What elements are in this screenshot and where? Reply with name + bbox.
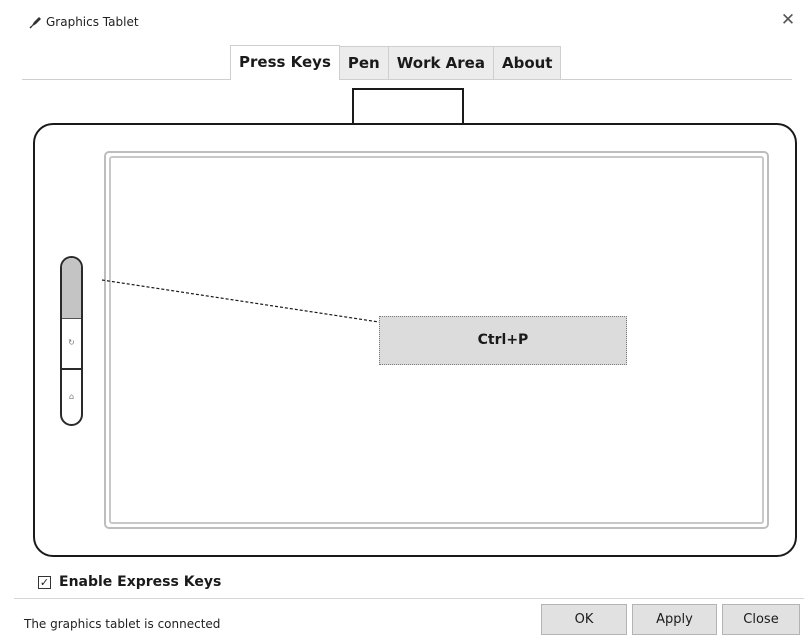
title-bar: Graphics Tablet ✕ bbox=[0, 0, 811, 44]
express-key-middle[interactable]: ↻ bbox=[62, 318, 81, 370]
express-keys-strip: ↻ ⌂ bbox=[60, 256, 83, 426]
close-button[interactable]: Close bbox=[722, 604, 800, 635]
apply-button[interactable]: Apply bbox=[632, 604, 717, 635]
tab-about[interactable]: About bbox=[492, 46, 562, 79]
express-key-bottom[interactable]: ⌂ bbox=[62, 370, 81, 424]
tablet-top-tab bbox=[352, 88, 464, 124]
express-key-top[interactable] bbox=[62, 258, 81, 319]
home-icon: ⌂ bbox=[68, 392, 75, 401]
undo-icon: ↻ bbox=[68, 338, 75, 347]
footer-divider bbox=[14, 598, 804, 599]
tab-bar: Press Keys Pen Work Area About bbox=[230, 45, 562, 80]
enable-express-keys-label[interactable]: Enable Express Keys bbox=[59, 574, 221, 590]
tab-press-keys[interactable]: Press Keys bbox=[230, 45, 340, 80]
enable-express-keys-checkbox[interactable]: ✓ bbox=[38, 575, 51, 589]
ok-button[interactable]: OK bbox=[541, 604, 627, 635]
close-window-button[interactable]: ✕ bbox=[777, 9, 799, 31]
pen-icon bbox=[29, 17, 41, 29]
key-assignment-box[interactable]: Ctrl+P bbox=[379, 316, 627, 365]
tab-work-area[interactable]: Work Area bbox=[387, 46, 494, 79]
window-title: Graphics Tablet bbox=[46, 15, 139, 29]
graphics-tablet-window: Graphics Tablet ✕ Press Keys Pen Work Ar… bbox=[0, 0, 811, 635]
tab-pen[interactable]: Pen bbox=[338, 46, 389, 79]
enable-express-keys-row[interactable]: ✓ Enable Express Keys bbox=[38, 572, 221, 592]
tab-divider bbox=[22, 79, 792, 80]
connection-status: The graphics tablet is connected bbox=[24, 617, 221, 631]
